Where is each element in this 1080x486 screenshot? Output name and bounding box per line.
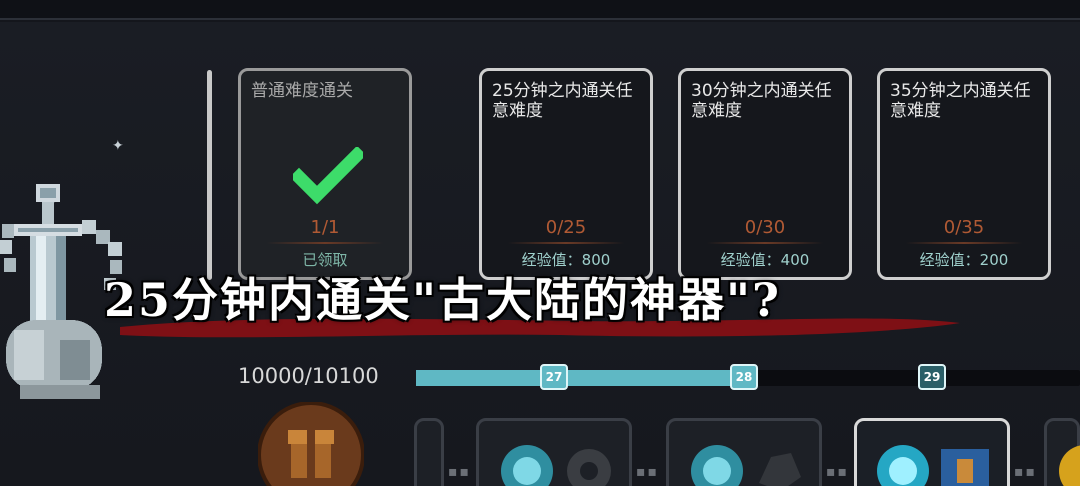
experience-fill bbox=[416, 370, 748, 386]
reward-slot[interactable] bbox=[666, 418, 822, 486]
task-progress: 1/1 bbox=[310, 217, 340, 238]
slot-connector: ▪▪ bbox=[1014, 464, 1037, 480]
task-title: 35分钟之内通关任意难度 bbox=[890, 81, 1031, 121]
top-bar bbox=[0, 0, 1080, 20]
card-separator bbox=[508, 242, 624, 244]
sparkle-icon: ✦ bbox=[112, 138, 124, 154]
coin-icon bbox=[1059, 445, 1080, 486]
level-node: 27 bbox=[540, 364, 568, 390]
reward-slot[interactable] bbox=[414, 418, 444, 486]
card-separator bbox=[267, 242, 383, 244]
blueprint-icon bbox=[941, 449, 989, 486]
task-title: 30分钟之内通关任意难度 bbox=[691, 81, 832, 121]
orb-icon bbox=[877, 445, 929, 486]
level-node: 28 bbox=[730, 364, 758, 390]
list-divider bbox=[207, 70, 212, 280]
task-card-35min[interactable]: 35分钟之内通关任意难度 0/35 经验值：200 bbox=[877, 68, 1051, 280]
ore-icon bbox=[759, 453, 801, 486]
task-progress: 0/25 bbox=[545, 217, 587, 238]
reward-slot[interactable] bbox=[1044, 418, 1080, 486]
task-title: 普通难度通关 bbox=[251, 81, 353, 101]
card-separator bbox=[906, 242, 1022, 244]
task-progress: 0/35 bbox=[943, 217, 985, 238]
slot-connector: ▪▪ bbox=[636, 464, 659, 480]
task-card-normal-clear[interactable]: 普通难度通关 1/1 已领取 bbox=[238, 68, 412, 280]
orb-icon bbox=[501, 445, 553, 486]
task-card-25min[interactable]: 25分钟之内通关任意难度 0/25 经验值：800 bbox=[479, 68, 653, 280]
video-caption: 25分钟内通关"古大陆的神器"? bbox=[104, 273, 781, 327]
task-progress: 0/30 bbox=[744, 217, 786, 238]
card-separator bbox=[707, 242, 823, 244]
gear-icon bbox=[567, 449, 611, 486]
orb-icon bbox=[691, 445, 743, 486]
slot-connector: ▪▪ bbox=[826, 464, 849, 480]
gift-icon[interactable] bbox=[258, 402, 364, 486]
reward-slot[interactable] bbox=[476, 418, 632, 486]
level-node: 29 bbox=[918, 364, 946, 390]
check-icon bbox=[293, 147, 363, 205]
slot-connector: ▪▪ bbox=[448, 464, 471, 480]
experience-counter: 10000/10100 bbox=[238, 364, 379, 388]
reward-slot-selected[interactable] bbox=[854, 418, 1010, 486]
task-card-30min[interactable]: 30分钟之内通关任意难度 0/30 经验值：400 bbox=[678, 68, 852, 280]
task-title: 25分钟之内通关任意难度 bbox=[492, 81, 633, 121]
